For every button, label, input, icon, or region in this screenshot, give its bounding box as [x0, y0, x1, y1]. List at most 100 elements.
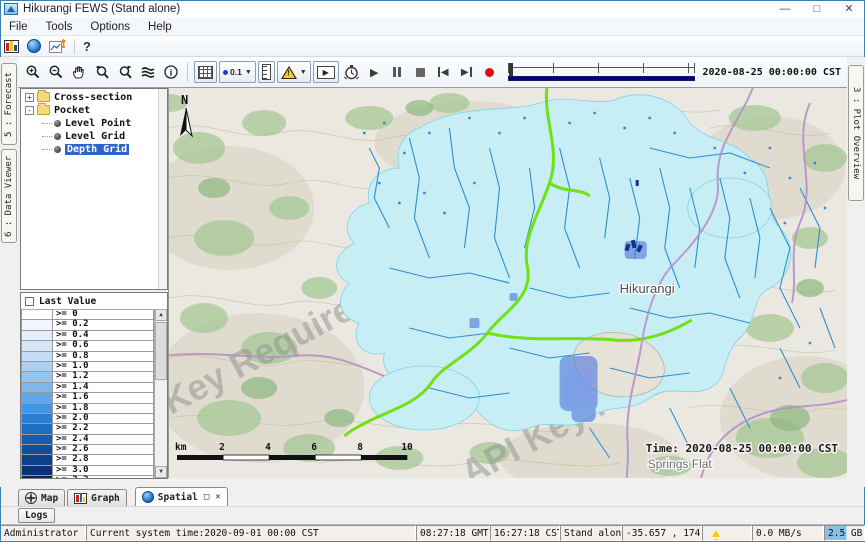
map-display-button[interactable]	[27, 39, 41, 53]
grid-icon	[198, 66, 213, 79]
legend-label: >= 3.2	[53, 476, 154, 478]
legend-swatch	[21, 341, 53, 351]
movie-icon: ▶	[317, 66, 335, 79]
time-slider[interactable]	[508, 61, 695, 83]
zoom-previous-icon	[94, 64, 110, 80]
spatial-toolbar: i 0.1 ▼ ! ▼ ▶ ▶	[18, 57, 847, 88]
play-button[interactable]: ▶	[364, 61, 385, 83]
tree-scrollbar[interactable]	[158, 89, 167, 289]
last-value-checkbox[interactable]	[25, 297, 34, 306]
contour-value: 0.1	[230, 67, 242, 77]
maximize-button[interactable]: □	[801, 0, 833, 18]
main-toolbar: ?	[0, 36, 865, 57]
zoom-out-icon	[48, 64, 64, 80]
record-icon	[485, 68, 494, 77]
pause-button[interactable]	[387, 61, 408, 83]
map-svg: API Key Required API Key Required	[169, 88, 847, 478]
layers-button[interactable]	[137, 61, 158, 83]
zoom-out-button[interactable]	[45, 61, 66, 83]
legend-swatch	[21, 435, 53, 445]
tree-item-cross-section[interactable]: + Cross-section	[21, 91, 167, 103]
tree-item-pocket[interactable]: - Pocket	[21, 104, 167, 116]
toolbar-separator	[74, 39, 75, 54]
animation-button[interactable]: ▶	[313, 61, 339, 83]
legend-row[interactable]: >= 1.6	[21, 393, 154, 403]
status-gmt-time: 08:27:18 GMT	[416, 525, 490, 541]
legend-panel: Last Value >= 0 >= 0.2 >= 0.4 >= 0.6 >= …	[20, 292, 168, 479]
window-title: Hikurangi FEWS (Stand alone)	[23, 3, 769, 15]
grid-display-button[interactable]	[194, 61, 217, 83]
legend-swatch	[21, 362, 53, 372]
legend-rows: >= 0 >= 0.2 >= 0.4 >= 0.6 >= 0.8 >= 1.0 …	[21, 309, 154, 478]
tab-maximize-icon[interactable]: □	[204, 492, 209, 502]
collapse-icon[interactable]: -	[25, 106, 34, 115]
legend-swatch	[21, 352, 53, 362]
scrollbar-thumb[interactable]	[155, 322, 167, 380]
tree-item-level-grid[interactable]: Level Grid	[42, 130, 167, 142]
scale-ruler-button[interactable]	[258, 61, 275, 83]
pan-button[interactable]	[68, 61, 89, 83]
tab-graph[interactable]: Graph	[67, 489, 127, 506]
menu-help[interactable]: Help	[139, 18, 181, 36]
info-button[interactable]: i	[160, 61, 181, 83]
scroll-down-icon[interactable]: ▼	[155, 466, 167, 478]
stop-button[interactable]	[410, 61, 431, 83]
status-system-time: Current system time:2020-09-01 00:00 CST	[86, 525, 416, 541]
menu-options[interactable]: Options	[81, 18, 139, 36]
minimize-button[interactable]: —	[769, 0, 801, 18]
legend-body: >= 0 >= 0.2 >= 0.4 >= 0.6 >= 0.8 >= 1.0 …	[21, 309, 167, 478]
left-panel: + Cross-section - Pocket Level P	[18, 88, 168, 487]
legend-swatch	[21, 466, 53, 476]
zoom-in-button[interactable]	[22, 61, 43, 83]
logs-button[interactable]: Logs	[18, 508, 55, 523]
tree-connector	[42, 149, 52, 150]
tree-item-label: Level Point	[65, 118, 131, 129]
zoom-next-button[interactable]	[114, 61, 135, 83]
time-slider-handle[interactable]	[509, 63, 513, 76]
area-label: Springs Flat	[648, 457, 713, 471]
current-datetime: 2020-08-25 00:00:00 CST	[703, 67, 841, 78]
legend-row[interactable]: >= 0.6	[21, 341, 154, 351]
svg-text:10: 10	[401, 442, 413, 453]
record-movie-button[interactable]	[479, 61, 500, 83]
folder-icon	[37, 105, 50, 115]
tab-spatial[interactable]: Spatial □ ✕	[135, 487, 228, 506]
tree-connector	[42, 136, 52, 137]
tree-item-depth-grid[interactable]: Depth Grid	[42, 143, 167, 155]
app-icon	[4, 3, 18, 15]
expand-icon[interactable]: +	[25, 93, 34, 102]
close-button[interactable]: ✕	[833, 0, 865, 18]
scroll-up-icon[interactable]: ▲	[155, 309, 167, 321]
tree-item-level-point[interactable]: Level Point	[42, 117, 167, 129]
tab-forecast[interactable]: 5 : Forecast	[1, 63, 17, 145]
tab-map[interactable]: Map	[18, 489, 65, 506]
hand-icon	[71, 64, 87, 80]
time-slider-track[interactable]	[508, 63, 695, 73]
pause-icon	[393, 67, 401, 77]
legend-label: >= 1.6	[53, 393, 154, 403]
map-canvas[interactable]: API Key Required API Key Required	[168, 88, 847, 478]
status-memory: 2.5 GB	[824, 525, 865, 541]
tab-data-viewer[interactable]: 6 : Data Viewer	[1, 149, 17, 243]
legend-label: >= 0.6	[53, 341, 154, 351]
skip-to-start-button[interactable]: ◀	[433, 61, 454, 83]
thresholds-dropdown[interactable]: ! ▼	[277, 61, 311, 83]
title-bar: Hikurangi FEWS (Stand alone) — □ ✕	[0, 0, 865, 18]
timeseries-display-button[interactable]	[49, 39, 66, 54]
legend-swatch	[21, 383, 53, 393]
skip-to-end-button[interactable]: ▶	[456, 61, 477, 83]
data-display-button[interactable]	[4, 40, 19, 53]
legend-scrollbar[interactable]: ▲ ▼	[154, 309, 167, 478]
menu-file[interactable]: File	[0, 18, 37, 36]
tab-close-icon[interactable]: ✕	[215, 492, 220, 502]
legend-row[interactable]: >= 3.2	[21, 476, 154, 478]
time-settings-button[interactable]	[341, 61, 362, 83]
bottom-tab-bar: Map Graph Spatial □ ✕	[0, 487, 865, 506]
menu-tools[interactable]: Tools	[37, 18, 82, 36]
folder-icon	[37, 92, 50, 102]
zoom-previous-button[interactable]	[91, 61, 112, 83]
contour-value-dropdown[interactable]: 0.1 ▼	[219, 61, 256, 83]
help-button[interactable]: ?	[83, 39, 91, 54]
svg-text:km: km	[175, 442, 187, 453]
tab-plot-overview[interactable]: 3 : Plot Overview	[848, 65, 864, 201]
